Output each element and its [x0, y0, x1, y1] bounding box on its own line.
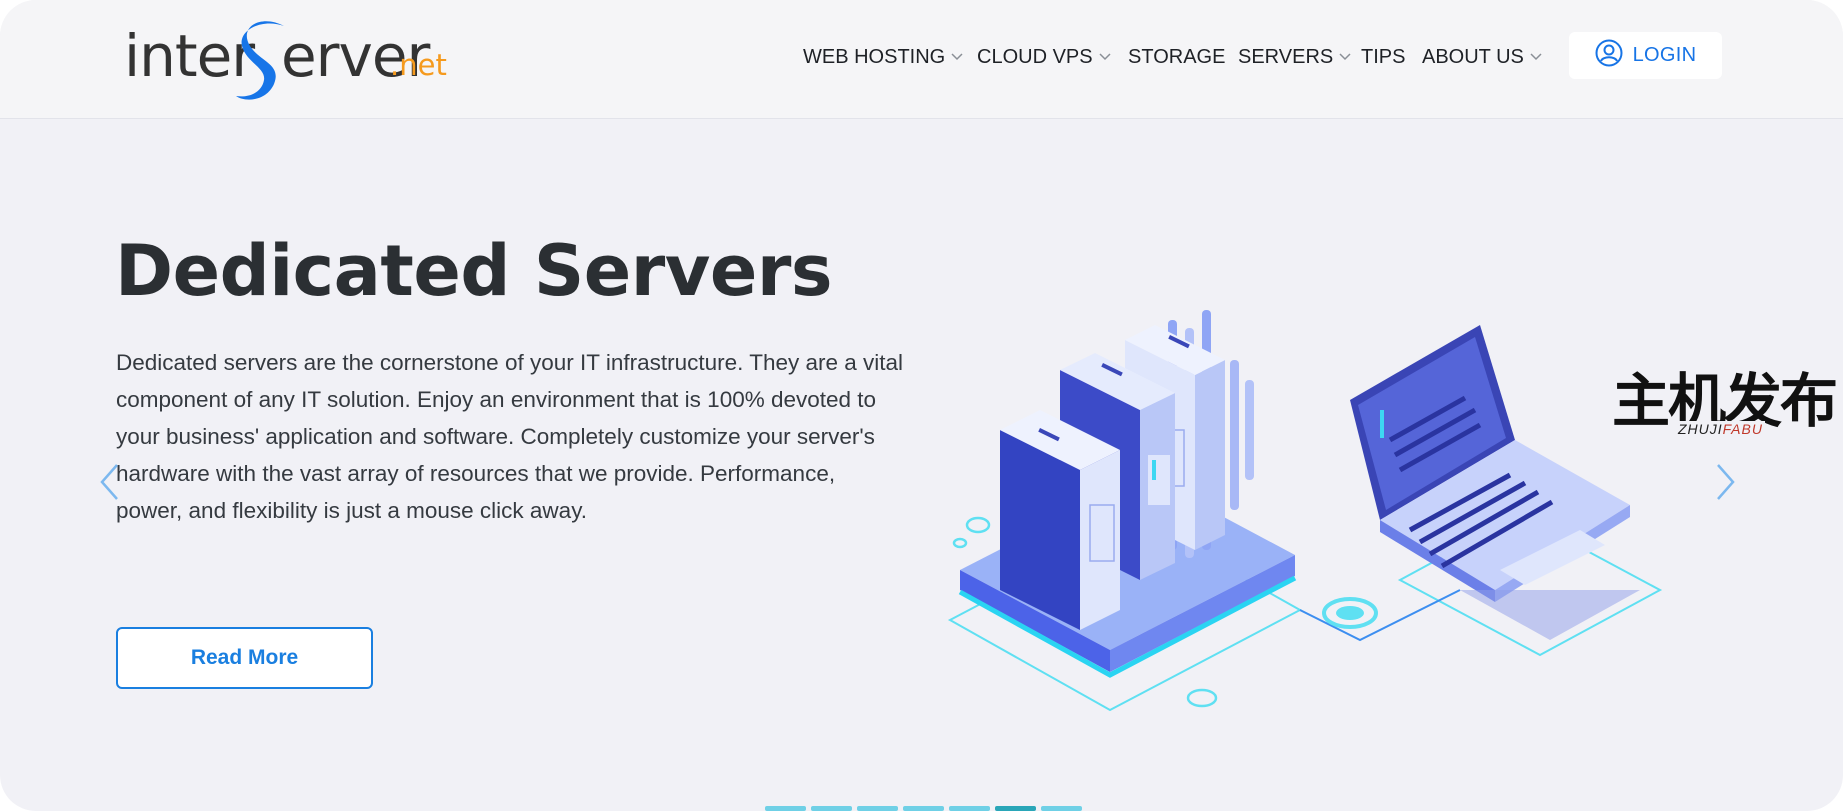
nav-item-tips[interactable]: TIPS — [1361, 45, 1405, 69]
read-more-button[interactable]: Read More — [116, 627, 373, 689]
watermark-latin-2: FABU — [1722, 421, 1763, 437]
read-more-label: Read More — [190, 646, 299, 669]
nav-item-label: SERVERS — [1238, 45, 1334, 68]
watermark-latin-1: ZHUJI — [1678, 421, 1723, 437]
nav-item-label: CLOUD VPS — [977, 45, 1093, 68]
watermark-latin: ZHUJIFABU — [1676, 421, 1765, 437]
nav-item-label: STORAGE — [1128, 45, 1226, 68]
carousel-dot[interactable] — [811, 806, 852, 811]
carousel-dot[interactable] — [857, 806, 898, 811]
carousel-dot[interactable] — [1041, 806, 1082, 811]
chevron-down-icon — [1099, 53, 1111, 61]
chevron-down-icon — [951, 53, 963, 61]
site-header: inter erver .net WEB HOSTING CLOUD VPS S… — [0, 0, 1843, 119]
page-frame: inter erver .net WEB HOSTING CLOUD VPS S… — [0, 0, 1843, 811]
carousel-dot[interactable] — [949, 806, 990, 811]
zhujifabu-watermark: 主机发布 ZHUJIFABU — [1612, 368, 1838, 440]
interserver-logo[interactable]: inter erver .net — [124, 18, 447, 100]
nav-item-about-us[interactable]: ABOUT US — [1422, 45, 1542, 69]
chevron-down-icon — [1530, 53, 1542, 61]
nav-item-label: TIPS — [1361, 45, 1406, 68]
carousel-dot[interactable] — [765, 806, 806, 811]
chevron-down-icon — [1339, 53, 1351, 61]
chevron-left-icon[interactable] — [98, 462, 120, 507]
login-label: LOGIN — [1632, 44, 1697, 66]
nav-item-web-hosting[interactable]: WEB HOSTING — [803, 45, 963, 69]
carousel-dot-active[interactable] — [995, 806, 1036, 811]
nav-item-servers[interactable]: SERVERS — [1238, 45, 1351, 69]
login-button[interactable]: LOGIN — [1569, 32, 1722, 79]
logo-text-net: .net — [390, 48, 447, 82]
user-circle-icon — [1595, 39, 1623, 72]
nav-item-cloud-vps[interactable]: CLOUD VPS — [977, 45, 1111, 69]
hero-title: Dedicated Servers — [115, 230, 833, 312]
nav-item-label: ABOUT US — [1422, 45, 1524, 68]
carousel-dot[interactable] — [903, 806, 944, 811]
hero-description: Dedicated servers are the cornerstone of… — [116, 350, 904, 523]
server-laptop-illustration — [947, 310, 1663, 712]
nav-item-storage[interactable]: STORAGE — [1128, 45, 1225, 69]
carousel-indicators — [765, 806, 1082, 811]
nav-item-label: WEB HOSTING — [803, 45, 946, 68]
